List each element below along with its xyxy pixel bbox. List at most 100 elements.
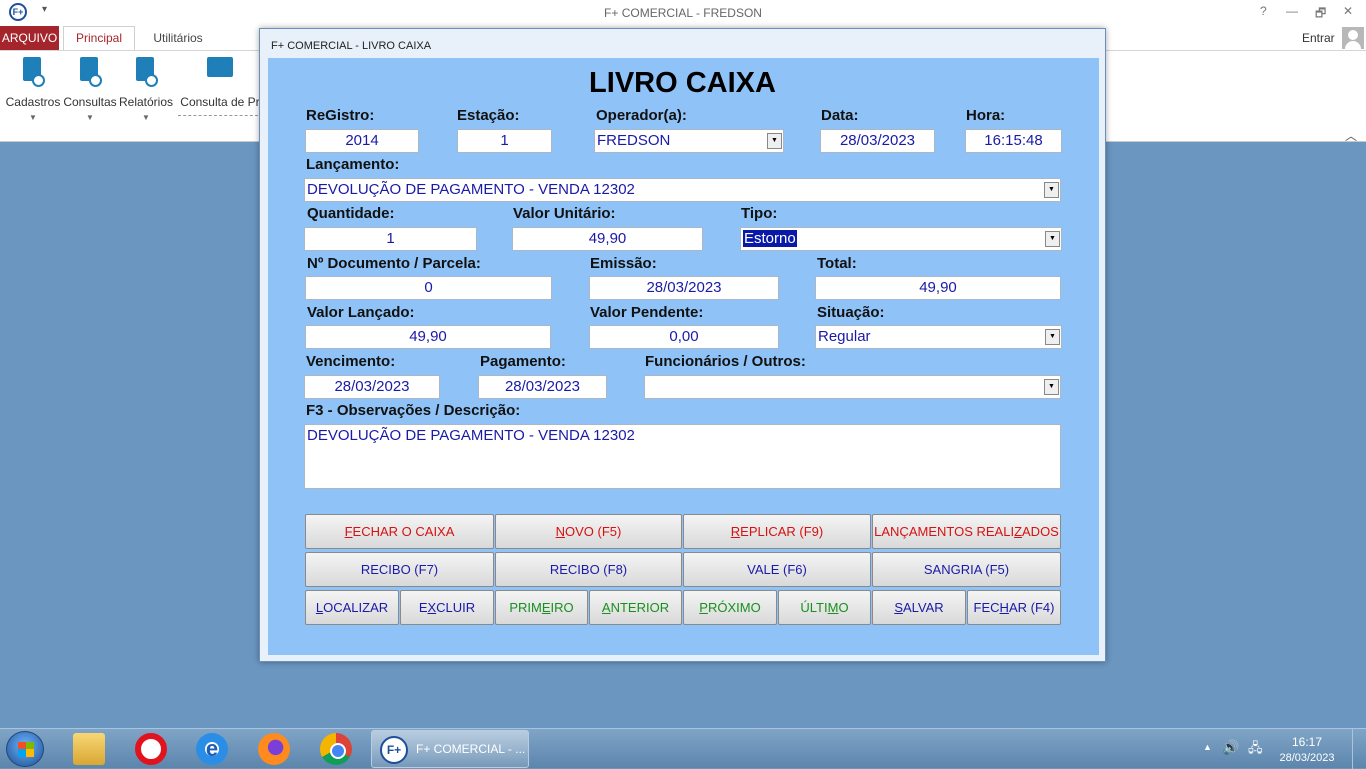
tab-arquivo[interactable]: ARQUIVO [0, 26, 59, 50]
excluir-button[interactable]: EXCLUIR [400, 590, 494, 625]
tray-expand-icon[interactable]: ▲ [1203, 742, 1212, 752]
user-avatar-icon[interactable] [1342, 27, 1364, 49]
chrome-icon[interactable] [320, 733, 352, 765]
pagamento-field[interactable]: 28/03/2023 [478, 375, 607, 399]
estacao-field[interactable]: 1 [457, 129, 552, 153]
vencimento-label: Vencimento: [306, 353, 396, 370]
quantidade-field[interactable]: 1 [304, 227, 477, 251]
emissao-field[interactable]: 28/03/2023 [589, 276, 779, 300]
clock-date[interactable]: 28/03/2023 [1272, 752, 1342, 764]
hora-field[interactable]: 16:15:48 [965, 129, 1062, 153]
tab-utilitarios[interactable]: Utilitários [143, 26, 213, 50]
valor-lancado-label: Valor Lançado: [307, 304, 415, 321]
fechar-caixa-button[interactable]: FECHAR O CAIXA [305, 514, 494, 549]
registro-label: ReGistro: [306, 107, 375, 124]
anterior-button[interactable]: ANTERIOR [589, 590, 682, 625]
taskbar-app-label: F+ COMERCIAL - ... [416, 742, 526, 756]
valor-unitario-label: Valor Unitário: [513, 205, 616, 222]
opera-browser-icon[interactable] [135, 733, 167, 765]
start-button[interactable] [6, 731, 44, 767]
lancamento-value: DEVOLUÇÃO DE PAGAMENTO - VENDA 12302 [307, 181, 635, 198]
observacoes-label: F3 - Observações / Descrição: [306, 402, 521, 419]
lancamento-select[interactable]: DEVOLUÇÃO DE PAGAMENTO - VENDA 12302 ▼ [304, 178, 1061, 202]
restore-button[interactable]: 🗗 [1315, 4, 1326, 25]
chevron-down-icon[interactable]: ▼ [1045, 231, 1060, 247]
network-icon[interactable]: 🖧 [1248, 739, 1263, 761]
ribbon-separator [178, 115, 258, 116]
relatorios-label: Relatórios [118, 95, 174, 109]
valor-pendente-label: Valor Pendente: [590, 304, 704, 321]
file-explorer-icon[interactable] [73, 733, 105, 765]
chevron-down-icon[interactable]: ▼ [1044, 182, 1059, 198]
tipo-select[interactable]: Estorno ▼ [740, 227, 1062, 251]
operador-value: FREDSON [597, 132, 671, 149]
replicar-button[interactable]: REPLICAR (F9) [683, 514, 871, 549]
tipo-label: Tipo: [741, 205, 778, 222]
minimize-button[interactable]: — [1286, 4, 1298, 18]
relatorios-button[interactable]: Relatórios ▼ [118, 55, 174, 122]
help-button[interactable]: ? [1260, 4, 1267, 18]
situacao-value: Regular [818, 328, 871, 345]
valor-pendente-field[interactable]: 0,00 [589, 325, 779, 349]
vale-button[interactable]: VALE (F6) [683, 552, 871, 587]
situacao-label: Situação: [817, 304, 885, 321]
proximo-button[interactable]: PRÓXIMO [683, 590, 777, 625]
recibo-f8-button[interactable]: RECIBO (F8) [495, 552, 682, 587]
lancamentos-realizados-button[interactable]: LANÇAMENTOS REALIZADOS [872, 514, 1061, 549]
app-titlebar: F+ ▾ F+ COMERCIAL - FREDSON ? — 🗗 ✕ [0, 0, 1366, 25]
operador-select[interactable]: FREDSON ▼ [594, 129, 784, 153]
firefox-icon[interactable] [258, 733, 290, 765]
primeiro-button[interactable]: PRIMEIRO [495, 590, 588, 625]
registro-field[interactable]: 2014 [305, 129, 419, 153]
valor-unitario-field[interactable]: 49,90 [512, 227, 703, 251]
cadastros-button[interactable]: Cadastros ▼ [4, 55, 62, 122]
monitor-search-icon [205, 55, 235, 91]
entrar-link[interactable]: Entrar [1302, 31, 1335, 45]
chevron-down-icon[interactable]: ▼ [1045, 329, 1060, 345]
data-label: Data: [821, 107, 859, 124]
valor-lancado-field[interactable]: 49,90 [305, 325, 551, 349]
funcionarios-label: Funcionários / Outros: [645, 353, 806, 370]
sangria-button[interactable]: SANGRIA (F5) [872, 552, 1061, 587]
ribbon-collapse-icon[interactable]: ︿ [1345, 127, 1357, 144]
localizar-button[interactable]: LOCALIZAR [305, 590, 399, 625]
fechar-button[interactable]: FECHAR (F4) [967, 590, 1061, 625]
clock-time[interactable]: 16:17 [1272, 735, 1342, 749]
close-button[interactable]: ✕ [1343, 4, 1353, 18]
funcionarios-select[interactable]: ▼ [644, 375, 1061, 399]
show-desktop-button[interactable] [1352, 729, 1366, 769]
vencimento-field[interactable]: 28/03/2023 [304, 375, 440, 399]
speaker-icon[interactable]: 🔊 [1222, 739, 1239, 756]
taskbar-app-button[interactable]: F+ F+ COMERCIAL - ... [371, 730, 529, 768]
quantidade-label: Quantidade: [307, 205, 395, 222]
tab-principal[interactable]: Principal [63, 26, 135, 51]
novo-button[interactable]: NOVO (F5) [495, 514, 682, 549]
consulta-produtos-button[interactable]: Consulta de Pr [180, 55, 260, 109]
app-title: F+ COMERCIAL - FREDSON [604, 6, 762, 20]
recibo-f7-button[interactable]: RECIBO (F7) [305, 552, 494, 587]
taskbar: e F+ F+ COMERCIAL - ... ▲ 🔊 🖧 16:17 28/0… [0, 728, 1366, 769]
cadastros-label: Cadastros [5, 95, 61, 109]
consultas-label: Consultas [63, 95, 117, 109]
consultas-button[interactable]: Consultas ▼ [62, 55, 118, 122]
documento-field[interactable]: 0 [305, 276, 552, 300]
estacao-label: Estação: [457, 107, 520, 124]
operador-label: Operador(a): [596, 107, 687, 124]
dialog-title: F+ COMERCIAL - LIVRO CAIXA [271, 40, 432, 52]
situacao-select[interactable]: Regular ▼ [815, 325, 1062, 349]
chevron-down-icon: ▼ [86, 113, 94, 122]
total-label: Total: [817, 255, 857, 272]
observacoes-textarea[interactable]: DEVOLUÇÃO DE PAGAMENTO - VENDA 12302 [304, 424, 1061, 489]
chevron-down-icon: ▼ [142, 113, 150, 122]
data-field[interactable]: 28/03/2023 [820, 129, 935, 153]
internet-explorer-icon[interactable]: e [196, 733, 228, 765]
salvar-button[interactable]: SALVAR [872, 590, 966, 625]
fplus-app-icon: F+ [380, 736, 408, 764]
chevron-down-icon: ▼ [29, 113, 37, 122]
consultas-icon [75, 55, 105, 91]
chevron-down-icon[interactable]: ▼ [767, 133, 782, 149]
ultimo-button[interactable]: ÚLTIMO [778, 590, 871, 625]
emissao-label: Emissão: [590, 255, 657, 272]
total-field[interactable]: 49,90 [815, 276, 1061, 300]
chevron-down-icon[interactable]: ▼ [1044, 379, 1059, 395]
